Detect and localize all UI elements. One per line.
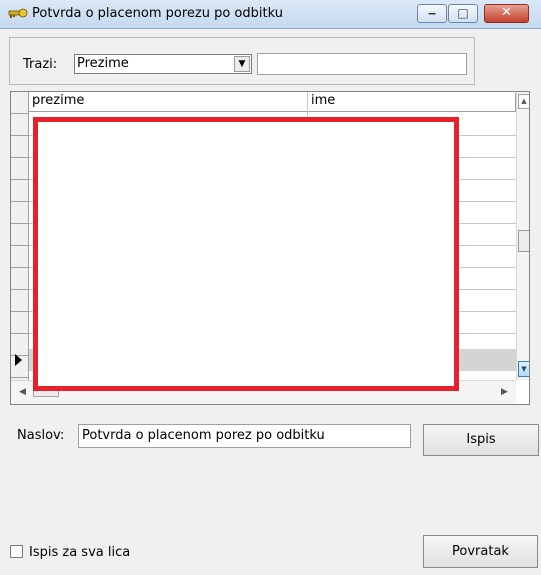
print-all-label: Ispis za sva lica: [29, 545, 131, 560]
row-header[interactable]: [11, 246, 28, 268]
title-bar[interactable]: Potvrda o placenom porezu po odbitku ‒ □…: [0, 0, 541, 29]
row-header[interactable]: [11, 224, 28, 246]
naslov-label: Naslov:: [17, 428, 65, 443]
vertical-scrollbar[interactable]: ▲ ▼: [516, 92, 529, 380]
redaction-box: [33, 117, 459, 391]
search-field-select[interactable]: Prezime ▼: [74, 54, 252, 74]
print-all-checkbox[interactable]: [10, 545, 23, 558]
close-icon: ✕: [501, 5, 512, 20]
scroll-up-button[interactable]: ▲: [518, 94, 529, 109]
scroll-right-button[interactable]: ▶: [501, 387, 508, 397]
row-header[interactable]: [11, 334, 28, 356]
row-header[interactable]: [11, 180, 28, 202]
scroll-left-button[interactable]: ◀: [19, 387, 26, 397]
row-header[interactable]: [11, 158, 28, 180]
column-header-ime[interactable]: ime: [308, 93, 516, 112]
search-input[interactable]: [257, 53, 467, 75]
print-button[interactable]: Ispis: [423, 424, 539, 456]
window-title: Potvrda o placenom porezu po odbitku: [32, 6, 283, 21]
scroll-down-button[interactable]: ▼: [518, 361, 529, 377]
row-header[interactable]: [11, 202, 28, 224]
row-header[interactable]: [11, 290, 28, 312]
back-button[interactable]: Povratak: [423, 535, 538, 568]
row-header[interactable]: [11, 114, 28, 136]
maximize-icon: □: [457, 6, 469, 20]
minimize-button[interactable]: ‒: [417, 4, 447, 23]
row-header[interactable]: [11, 312, 28, 334]
records-grid[interactable]: prezime ime ▲ ▼ ◀ ▶: [10, 91, 530, 405]
vertical-scroll-thumb[interactable]: [518, 230, 529, 252]
column-header-prezime[interactable]: prezime: [29, 93, 308, 112]
row-header[interactable]: [11, 136, 28, 158]
close-button[interactable]: ✕: [484, 4, 529, 23]
minimize-icon: ‒: [427, 6, 437, 20]
naslov-input[interactable]: Potvrda o placenom porez po odbitku: [78, 424, 411, 448]
row-pointer-icon: [15, 354, 22, 366]
row-header[interactable]: [11, 268, 28, 290]
key-icon: [8, 8, 28, 18]
chevron-down-icon[interactable]: ▼: [234, 56, 250, 72]
search-field-value: Prezime: [77, 56, 129, 71]
search-label: Trazi:: [23, 57, 58, 72]
row-header[interactable]: [11, 92, 28, 114]
maximize-button[interactable]: □: [448, 4, 478, 23]
